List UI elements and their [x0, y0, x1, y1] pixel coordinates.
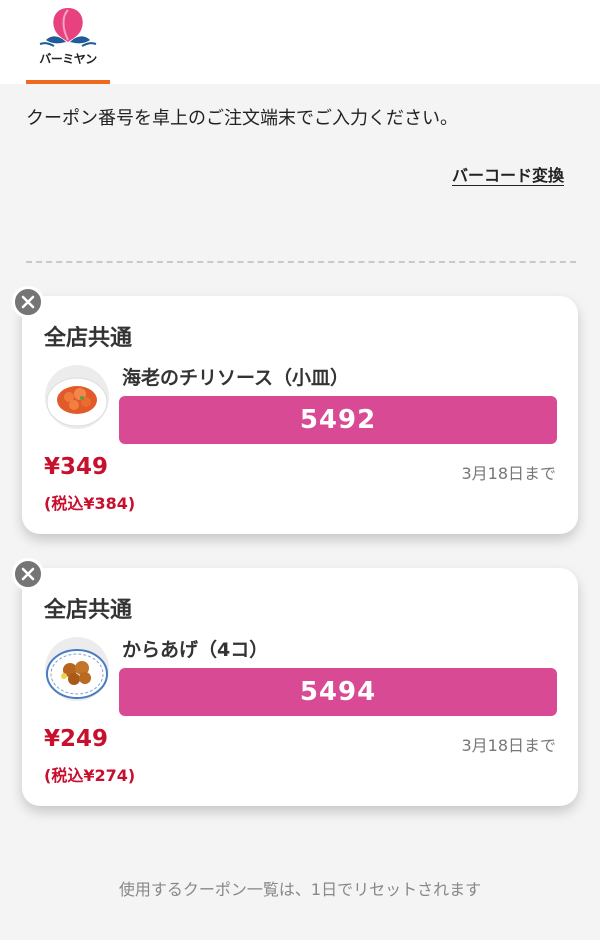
app-header: バーミヤン [0, 0, 600, 84]
brand-logo[interactable]: バーミヤン [26, 0, 110, 84]
coupon-card: 全店共通 からあげ（4コ） 5494 ¥249 (税込¥274) 3月18日まで [12, 558, 578, 806]
coupon-code: 5492 [119, 396, 557, 444]
shrimp-chili-dish-icon [44, 364, 110, 430]
active-tab-underline [26, 80, 110, 84]
instruction-text: クーポン番号を卓上のご注文端末でご入力ください。 [26, 108, 458, 129]
remove-coupon-button[interactable] [12, 286, 44, 318]
coupon-code: 5494 [119, 668, 557, 716]
karaage-dish-icon [44, 636, 110, 702]
brand-name: バーミヤン [39, 52, 97, 66]
remove-coupon-button[interactable] [12, 558, 44, 590]
coupon-item-name: からあげ（4コ） [122, 639, 269, 661]
close-icon [21, 567, 35, 581]
coupon-price: ¥249 [44, 726, 109, 752]
dashed-divider [26, 261, 576, 263]
coupon-expiry: 3月18日まで [461, 464, 556, 483]
barcode-convert-link[interactable]: バーコード変換 [452, 162, 564, 186]
coupon-item-name: 海老のチリソース（小皿） [122, 367, 350, 389]
coupon-tax-price: (税込¥274) [44, 766, 136, 785]
close-icon [21, 295, 35, 309]
coupon-price: ¥349 [44, 454, 109, 480]
coupon-title: 全店共通 [44, 326, 133, 351]
footer-note: 使用するクーポン一覧は、1日でリセットされます [118, 880, 482, 899]
coupon-card: 全店共通 海老のチリソース（小皿） 5492 ¥349 (税込¥384) 3月1… [12, 286, 578, 534]
coupon-title: 全店共通 [44, 598, 133, 623]
coupon-expiry: 3月18日まで [461, 736, 556, 755]
peach-logo-icon [39, 8, 97, 47]
coupon-tax-price: (税込¥384) [44, 494, 136, 513]
